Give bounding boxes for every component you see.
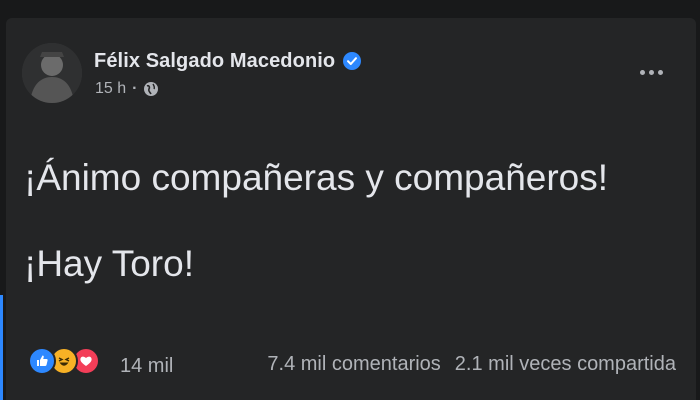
- like-icon: [28, 347, 56, 375]
- avatar-photo: [22, 43, 82, 103]
- post-card: Félix Salgado Macedonio 15 h · ¡Ánimo co…: [6, 18, 696, 400]
- dot-icon: [648, 69, 654, 75]
- engagement-stats: 7.4 mil comentarios 2.1 mil veces compar…: [267, 353, 676, 376]
- reaction-count[interactable]: 14 mil: [120, 355, 173, 378]
- post-line-1: ¡Ánimo compañeras y compañeros!: [24, 157, 609, 198]
- dot-icon: [639, 69, 645, 75]
- comments-count[interactable]: 7.4 mil comentarios: [267, 353, 440, 376]
- page: Félix Salgado Macedonio 15 h · ¡Ánimo co…: [0, 0, 700, 400]
- verified-badge-icon: [343, 52, 362, 70]
- post-header: Félix Salgado Macedonio 15 h ·: [22, 43, 692, 103]
- post-meta: 15 h ·: [95, 80, 159, 98]
- reaction-icons[interactable]: [28, 347, 100, 375]
- more-options-button[interactable]: [632, 60, 670, 84]
- focus-accent: [0, 295, 3, 400]
- post-line-2: ¡Hay Toro!: [24, 243, 194, 284]
- author-name[interactable]: Félix Salgado Macedonio: [94, 50, 335, 73]
- engagement-bar: 14 mil 7.4 mil comentarios 2.1 mil veces…: [28, 343, 698, 379]
- post-time[interactable]: 15 h: [95, 80, 126, 98]
- author-row: Félix Salgado Macedonio: [94, 48, 362, 74]
- dot-icon: [657, 69, 663, 75]
- globe-icon[interactable]: [143, 81, 159, 97]
- shares-count[interactable]: 2.1 mil veces compartida: [455, 353, 676, 376]
- avatar[interactable]: [22, 43, 82, 103]
- meta-separator: ·: [132, 80, 138, 97]
